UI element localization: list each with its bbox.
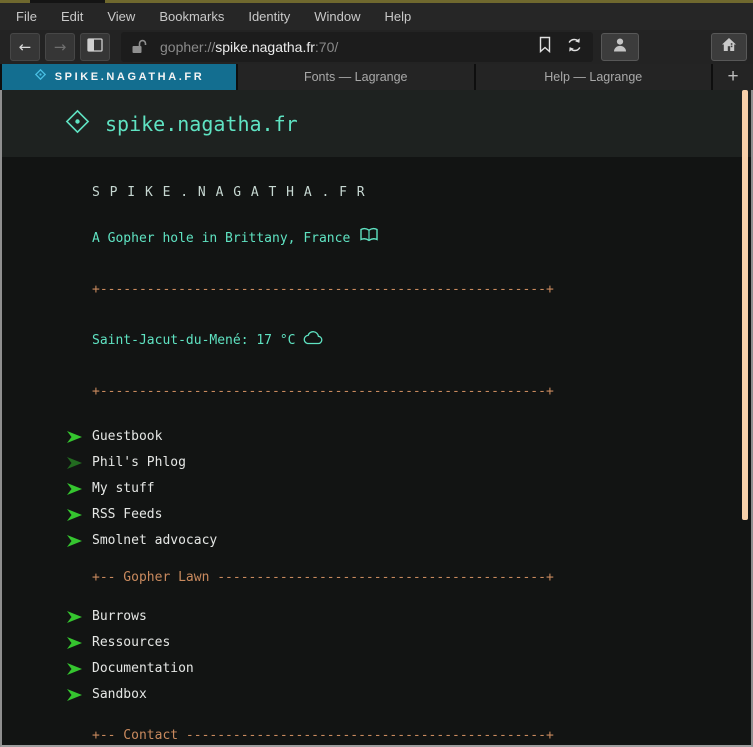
link-label: Burrows (92, 607, 147, 627)
section-divider-gopher-lawn: +-- Gopher Lawn ------------------------… (2, 568, 751, 588)
person-icon (612, 37, 628, 57)
gopher-link-arrow-icon (66, 636, 83, 650)
sidebar-icon (87, 38, 103, 56)
home-icon (721, 37, 737, 57)
menu-bar: File Edit View Bookmarks Identity Window… (0, 3, 753, 30)
link-label: RSS Feeds (92, 505, 162, 525)
link-rss-feeds[interactable]: RSS Feeds (2, 502, 751, 528)
link-label: My stuff (92, 479, 155, 499)
url-text: gopher://spike.nagatha.fr:70/ (160, 39, 338, 55)
tab-label: SPIKE.NAGATHA.FR (55, 71, 205, 83)
link-phils-phlog[interactable]: Phil's Phlog (2, 450, 751, 476)
tab-help-lagrange[interactable]: Help — Lagrange (476, 64, 712, 90)
tab-spike-nagatha[interactable]: SPIKE.NAGATHA.FR (2, 64, 236, 90)
sidebar-toggle-button[interactable] (80, 33, 110, 61)
tab-bar: SPIKE.NAGATHA.FR Fonts — Lagrange Help —… (0, 64, 753, 90)
tab-fonts-lagrange[interactable]: Fonts — Lagrange (238, 64, 474, 90)
gopher-link-arrow-icon (66, 482, 83, 496)
bookmark-icon[interactable] (538, 36, 552, 58)
link-list-main: Guestbook Phil's Phlog My stuff RSS Feed… (2, 424, 751, 554)
home-button[interactable] (711, 33, 747, 61)
link-my-stuff[interactable]: My stuff (2, 476, 751, 502)
url-host: spike.nagatha.fr (215, 39, 315, 55)
divider-line: +---------------------------------------… (2, 280, 751, 300)
menu-identity[interactable]: Identity (248, 9, 290, 24)
page-viewport: spike.nagatha.fr S P I K E . N A G A T H… (0, 90, 753, 747)
link-label: Ressources (92, 633, 170, 653)
reload-icon[interactable] (566, 37, 583, 58)
gopher-link-arrow-icon (66, 508, 83, 522)
link-list-gopher-lawn: Burrows Ressources Documentation Sandbox (2, 604, 751, 708)
section-divider-contact: +-- Contact ----------------------------… (2, 726, 751, 746)
gopher-link-arrow-icon (66, 430, 83, 444)
lock-open-icon[interactable] (131, 39, 148, 55)
menu-help[interactable]: Help (385, 9, 412, 24)
identity-button[interactable] (601, 33, 639, 61)
back-button[interactable]: ← (10, 33, 40, 61)
gopher-link-arrow-icon (66, 610, 83, 624)
link-label: Phil's Phlog (92, 453, 186, 473)
link-burrows[interactable]: Burrows (2, 604, 751, 630)
gopher-page-content: S P I K E . N A G A T H A . F R A Gopher… (2, 183, 751, 747)
tab-label: Help — Lagrange (544, 70, 642, 84)
url-field-actions (538, 36, 583, 58)
diamond-icon (34, 68, 47, 86)
link-label: Documentation (92, 659, 194, 679)
weather-line: Saint-Jacut-du-Mené: 17 °C (2, 330, 751, 352)
lagrange-browser-window: File Edit View Bookmarks Identity Window… (0, 0, 753, 747)
divider-line: +---------------------------------------… (2, 382, 751, 402)
menu-file[interactable]: File (16, 9, 37, 24)
menu-window[interactable]: Window (314, 9, 360, 24)
site-banner: spike.nagatha.fr (2, 90, 751, 157)
tab-label: Fonts — Lagrange (304, 70, 408, 84)
gopher-link-arrow-icon (66, 688, 83, 702)
gopher-link-arrow-icon (66, 456, 83, 470)
gopher-link-arrow-icon (66, 534, 83, 548)
forward-button[interactable]: → (45, 33, 75, 61)
link-label: Guestbook (92, 427, 162, 447)
url-scheme: gopher:// (160, 39, 215, 55)
link-guestbook[interactable]: Guestbook (2, 424, 751, 450)
cloud-icon (302, 330, 324, 352)
link-label: Sandbox (92, 685, 147, 705)
desktop-edge (0, 0, 753, 3)
menu-bookmarks[interactable]: Bookmarks (159, 9, 224, 24)
gopher-link-arrow-icon (66, 662, 83, 676)
link-ressources[interactable]: Ressources (2, 630, 751, 656)
scrollbar-thumb[interactable] (742, 90, 748, 520)
book-icon (359, 227, 379, 250)
diamond-icon (64, 108, 91, 140)
link-sandbox[interactable]: Sandbox (2, 682, 751, 708)
url-port-path: :70/ (315, 39, 338, 55)
url-input[interactable]: gopher://spike.nagatha.fr:70/ (121, 32, 593, 62)
tagline-text: A Gopher hole in Brittany, France (92, 229, 350, 249)
new-tab-button[interactable]: + (713, 64, 753, 90)
menu-view[interactable]: View (107, 9, 135, 24)
menu-edit[interactable]: Edit (61, 9, 83, 24)
desktop-edge-segment (30, 0, 105, 3)
navigation-bar: ← → gopher://spike.nagatha.fr:70/ (0, 30, 753, 64)
link-documentation[interactable]: Documentation (2, 656, 751, 682)
page-heading: S P I K E . N A G A T H A . F R (2, 183, 751, 203)
site-title: spike.nagatha.fr (105, 112, 298, 136)
page-tagline: A Gopher hole in Brittany, France (2, 227, 751, 250)
link-smolnet-advocacy[interactable]: Smolnet advocacy (2, 528, 751, 554)
weather-text: Saint-Jacut-du-Mené: 17 °C (92, 331, 296, 351)
link-label: Smolnet advocacy (92, 531, 217, 551)
